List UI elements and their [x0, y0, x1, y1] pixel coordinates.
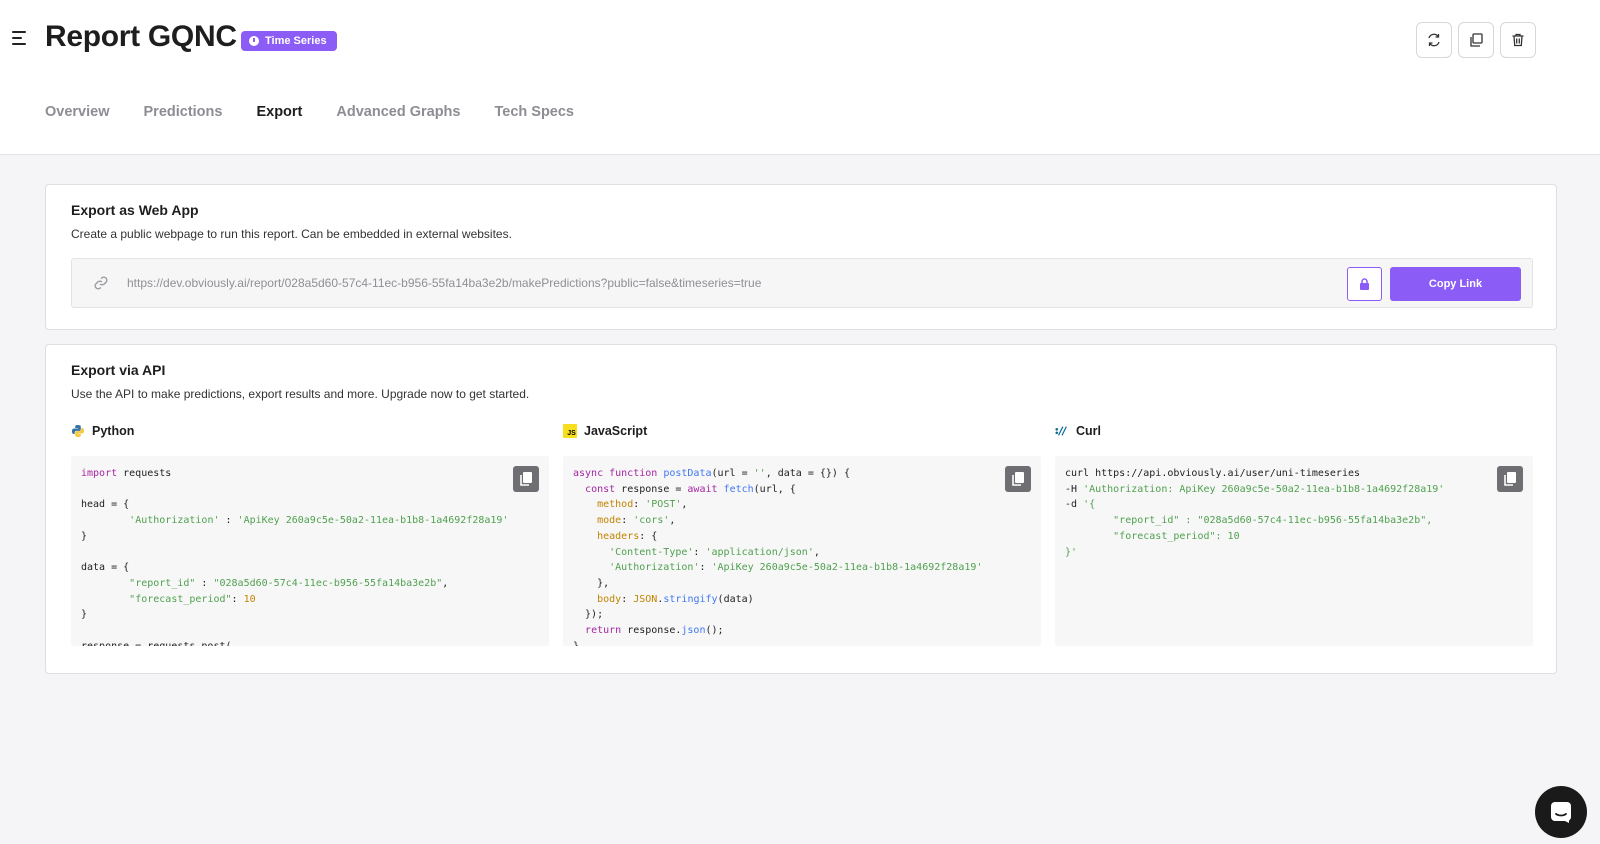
copy-link-button[interactable]: Copy Link: [1390, 267, 1521, 301]
javascript-icon: JS: [563, 424, 577, 438]
copy-icon: [520, 472, 532, 486]
javascript-name: JavaScript: [584, 424, 648, 438]
javascript-code-panel: async function postData(url = '', data =…: [563, 456, 1041, 646]
refresh-icon: [1428, 33, 1440, 47]
javascript-code: async function postData(url = '', data =…: [573, 468, 983, 646]
python-name: Python: [92, 424, 135, 438]
chat-launcher-button[interactable]: [1535, 786, 1587, 838]
lock-button[interactable]: [1347, 267, 1382, 301]
badge-label: Time Series: [265, 35, 327, 47]
tab-bar: Overview Predictions Export Advanced Gra…: [45, 104, 574, 120]
javascript-label: JS JavaScript: [563, 424, 647, 438]
copy-icon: [1012, 472, 1024, 486]
curl-name: Curl: [1076, 424, 1101, 438]
refresh-button[interactable]: [1416, 22, 1452, 58]
curl-icon: [1055, 424, 1069, 438]
menu-icon[interactable]: [12, 31, 28, 47]
api-description: Use the API to make predictions, export …: [71, 387, 530, 401]
curl-label: Curl: [1055, 424, 1101, 438]
tab-advanced-graphs[interactable]: Advanced Graphs: [336, 104, 460, 120]
web-app-description: Create a public webpage to run this repo…: [71, 227, 512, 241]
copy-icon: [1504, 472, 1516, 486]
api-card: Export via API Use the API to make predi…: [45, 344, 1557, 674]
python-code: import requests head = { 'Authorization'…: [81, 468, 509, 646]
copy-python-button[interactable]: [513, 466, 539, 492]
url-field[interactable]: https://dev.obviously.ai/report/028a5d60…: [71, 258, 1533, 308]
duplicate-button[interactable]: [1458, 22, 1494, 58]
web-app-card: Export as Web App Create a public webpag…: [45, 184, 1557, 330]
chat-icon: [1551, 802, 1571, 823]
curl-code-panel: curl https://api.obviously.ai/user/uni-t…: [1055, 456, 1533, 646]
link-icon: [94, 276, 108, 290]
python-code-panel: import requests head = { 'Authorization'…: [71, 456, 549, 646]
tab-predictions[interactable]: Predictions: [144, 104, 223, 120]
tab-tech-specs[interactable]: Tech Specs: [494, 104, 574, 120]
page-title: Report GQNC: [45, 20, 237, 53]
time-series-badge: Time Series: [241, 31, 337, 51]
copy-curl-button[interactable]: [1497, 466, 1523, 492]
duplicate-icon: [1470, 33, 1483, 47]
clock-icon: [249, 36, 259, 46]
delete-button[interactable]: [1500, 22, 1536, 58]
curl-code: curl https://api.obviously.ai/user/uni-t…: [1065, 468, 1445, 558]
tab-export[interactable]: Export: [256, 104, 302, 120]
web-app-title: Export as Web App: [71, 202, 199, 218]
page-header: Report GQNC Time Series Overview Predict…: [0, 0, 1600, 155]
tab-overview[interactable]: Overview: [45, 104, 110, 120]
api-title: Export via API: [71, 362, 166, 378]
lock-icon: [1360, 278, 1369, 290]
url-text: https://dev.obviously.ai/report/028a5d60…: [127, 276, 762, 290]
trash-icon: [1512, 33, 1524, 47]
copy-javascript-button[interactable]: [1005, 466, 1031, 492]
python-label: Python: [71, 424, 134, 438]
python-icon: [71, 424, 85, 438]
